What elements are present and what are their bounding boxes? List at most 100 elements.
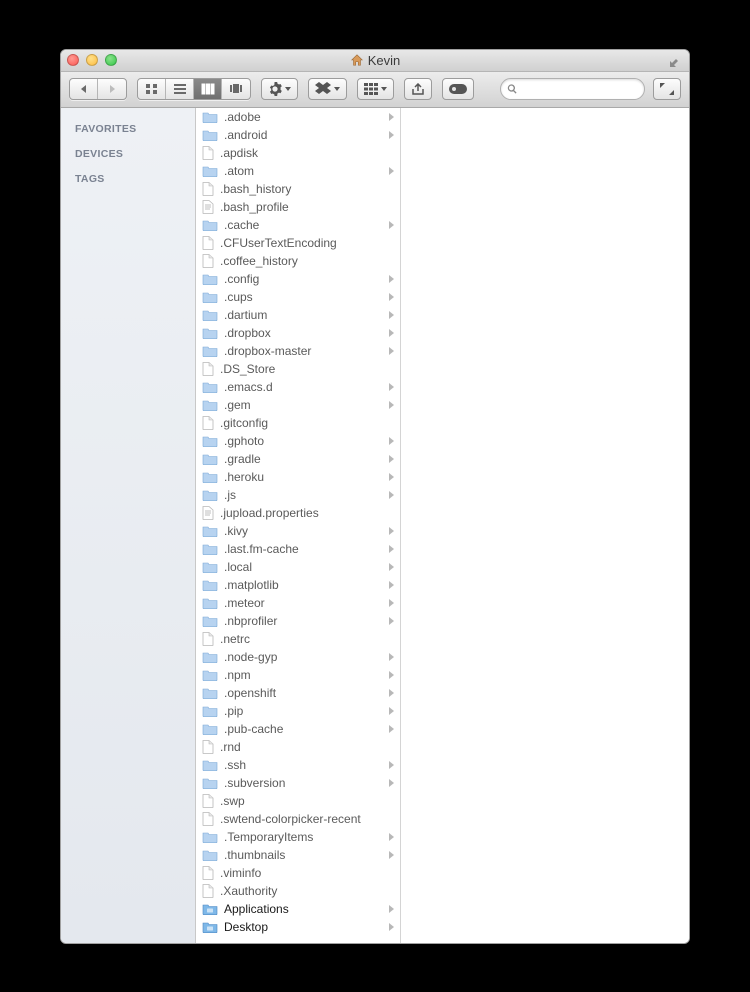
file-row[interactable]: .bash_profile	[196, 198, 400, 216]
file-name: .coffee_history	[220, 254, 394, 268]
file-row[interactable]: .gphoto	[196, 432, 400, 450]
file-row[interactable]: .atom	[196, 162, 400, 180]
disclosure-arrow-icon	[389, 491, 394, 499]
file-name: .kivy	[224, 524, 383, 538]
sidebar-section-favorites[interactable]: FAVORITES	[61, 114, 195, 139]
folder-icon	[202, 327, 218, 339]
file-row[interactable]: .config	[196, 270, 400, 288]
file-row[interactable]: .thumbnails	[196, 846, 400, 864]
file-row[interactable]: .nbprofiler	[196, 612, 400, 630]
action-menu[interactable]	[261, 78, 298, 100]
file-row[interactable]: .rnd	[196, 738, 400, 756]
file-row[interactable]: .bash_history	[196, 180, 400, 198]
file-icon	[202, 794, 214, 808]
minimize-button[interactable]	[86, 54, 98, 66]
file-row[interactable]: .dropbox	[196, 324, 400, 342]
fullscreen-button[interactable]	[653, 78, 681, 100]
file-row[interactable]: .netrc	[196, 630, 400, 648]
file-row[interactable]: .pip	[196, 702, 400, 720]
folder-icon	[202, 579, 218, 591]
file-row[interactable]: .gradle	[196, 450, 400, 468]
dropbox-menu[interactable]	[308, 78, 347, 100]
text-file-icon	[202, 506, 214, 520]
folder-icon	[202, 129, 218, 141]
file-icon	[202, 362, 214, 376]
file-row[interactable]: .npm	[196, 666, 400, 684]
file-row[interactable]: .CFUserTextEncoding	[196, 234, 400, 252]
file-row[interactable]: .last.fm-cache	[196, 540, 400, 558]
file-row[interactable]: .viminfo	[196, 864, 400, 882]
file-row[interactable]: .matplotlib	[196, 576, 400, 594]
file-row[interactable]: .swtend-colorpicker-recent	[196, 810, 400, 828]
close-button[interactable]	[67, 54, 79, 66]
folder-icon	[202, 399, 218, 411]
folder-icon	[202, 345, 218, 357]
file-row[interactable]: .coffee_history	[196, 252, 400, 270]
disclosure-arrow-icon	[389, 653, 394, 661]
titlebar[interactable]: Kevin	[61, 50, 689, 72]
share-button[interactable]	[404, 78, 432, 100]
file-row[interactable]: .Xauthority	[196, 882, 400, 900]
disclosure-arrow-icon	[389, 113, 394, 121]
coverflow-view-button[interactable]	[222, 79, 250, 99]
disclosure-arrow-icon	[389, 761, 394, 769]
folder-icon	[202, 525, 218, 537]
file-row[interactable]: .subversion	[196, 774, 400, 792]
file-name: .swp	[220, 794, 394, 808]
file-name: .adobe	[224, 110, 383, 124]
file-row[interactable]: .heroku	[196, 468, 400, 486]
search-field[interactable]	[500, 78, 645, 100]
file-name: .atom	[224, 164, 383, 178]
file-row[interactable]: .node-gyp	[196, 648, 400, 666]
file-row[interactable]: .jupload.properties	[196, 504, 400, 522]
icon-view-button[interactable]	[138, 79, 166, 99]
file-row[interactable]: .cups	[196, 288, 400, 306]
file-column[interactable]: .adobe .android.apdisk .atom .bash_history.…	[196, 108, 401, 943]
zoom-button[interactable]	[105, 54, 117, 66]
file-row[interactable]: .DS_Store	[196, 360, 400, 378]
file-row[interactable]: .local	[196, 558, 400, 576]
sidebar: FAVORITES DEVICES TAGS	[61, 108, 196, 943]
file-row[interactable]: Applications	[196, 900, 400, 918]
file-row[interactable]: .cache	[196, 216, 400, 234]
sidebar-section-tags[interactable]: TAGS	[61, 164, 195, 189]
file-row[interactable]: .emacs.d	[196, 378, 400, 396]
file-row[interactable]: Desktop	[196, 918, 400, 936]
file-row[interactable]: .js	[196, 486, 400, 504]
file-row[interactable]: .dartium	[196, 306, 400, 324]
file-row[interactable]: .meteor	[196, 594, 400, 612]
file-row[interactable]: .android	[196, 126, 400, 144]
arrange-menu[interactable]	[357, 78, 394, 100]
file-row[interactable]: .openshift	[196, 684, 400, 702]
file-row[interactable]: .pub-cache	[196, 720, 400, 738]
tags-button[interactable]	[442, 78, 474, 100]
file-row[interactable]: .swp	[196, 792, 400, 810]
file-name: .bash_history	[220, 182, 394, 196]
file-row[interactable]: .apdisk	[196, 144, 400, 162]
file-row[interactable]: .kivy	[196, 522, 400, 540]
file-row[interactable]: .adobe	[196, 108, 400, 126]
fullscreen-icon[interactable]	[669, 54, 683, 68]
file-name: .local	[224, 560, 383, 574]
disclosure-arrow-icon	[389, 581, 394, 589]
file-row[interactable]: .TemporaryItems	[196, 828, 400, 846]
toolbar	[61, 72, 689, 108]
file-name: .gitconfig	[220, 416, 394, 430]
file-name: .nbprofiler	[224, 614, 383, 628]
search-input[interactable]	[522, 82, 638, 96]
chevron-down-icon	[285, 87, 291, 91]
disclosure-arrow-icon	[389, 473, 394, 481]
forward-button[interactable]	[98, 79, 126, 99]
file-row[interactable]: .gitconfig	[196, 414, 400, 432]
list-view-button[interactable]	[166, 79, 194, 99]
back-button[interactable]	[70, 79, 98, 99]
file-row[interactable]: .gem	[196, 396, 400, 414]
sidebar-section-devices[interactable]: DEVICES	[61, 139, 195, 164]
disclosure-arrow-icon	[389, 689, 394, 697]
file-name: .netrc	[220, 632, 394, 646]
file-row[interactable]: .dropbox-master	[196, 342, 400, 360]
file-name: .ssh	[224, 758, 383, 772]
column-view-button[interactable]	[194, 79, 222, 99]
file-icon	[202, 182, 214, 196]
file-row[interactable]: .ssh	[196, 756, 400, 774]
